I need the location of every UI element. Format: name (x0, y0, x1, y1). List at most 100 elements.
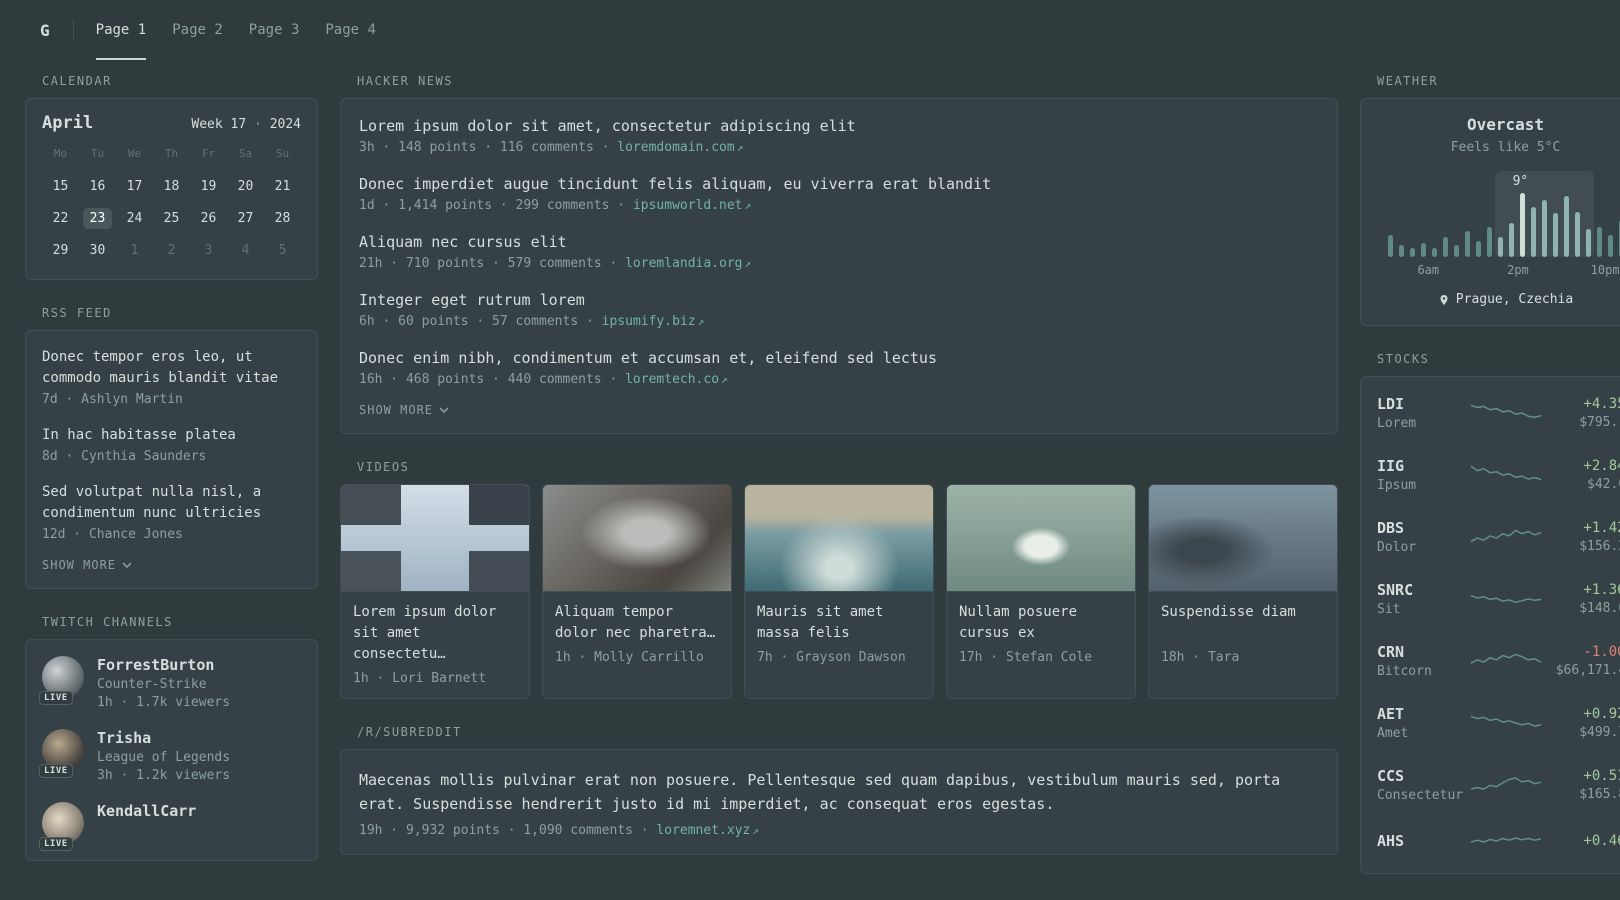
stock-name: Amet (1377, 726, 1409, 741)
stock-name: Bitcorn (1377, 664, 1432, 679)
hackernews-item-stats: 1d · 1,414 points · 299 comments · (359, 198, 626, 213)
calendar-day-cell: 20 (227, 174, 264, 199)
video-meta: 17h · Stefan Cole (959, 650, 1093, 665)
location-pin-icon (1440, 294, 1448, 305)
stock-row[interactable]: CCS Consectetur +0.51% $165.84 (1361, 754, 1620, 816)
hackernews-item-meta: 3h · 148 points · 116 comments · loremdo… (359, 140, 1319, 155)
calendar-day-number: 26 (200, 211, 217, 226)
calendar-day-header: Mo (53, 147, 68, 160)
hackernews-item-title[interactable]: Donec imperdiet augue tincidunt felis al… (359, 175, 1319, 193)
video-card[interactable]: Lorem ipsum dolor sit amet consectetu… 1… (340, 484, 530, 699)
weather-bar (1519, 193, 1525, 257)
rss-show-more-button[interactable]: SHOW MORE (42, 558, 301, 572)
stock-ticker: CRN (1377, 643, 1405, 661)
calendar-day-cell: 23 (79, 206, 116, 231)
hackernews-item-domain-link[interactable]: loremdomain.com ↗ (617, 140, 743, 155)
page-tab[interactable]: Page 1 (95, 0, 147, 60)
rss-item-title[interactable]: Donec tempor eros leo, ut commodo mauris… (42, 347, 301, 389)
twitch-channel-info: Trisha League of Legends 3h · 1.2k viewe… (97, 729, 230, 783)
weather-hour-slot (1494, 171, 1506, 257)
hackernews-item: Lorem ipsum dolor sit amet, consectetur … (359, 117, 1319, 155)
calendar-day-number: 25 (163, 211, 180, 226)
calendar-day-number: 1 (130, 243, 139, 258)
hackernews-item-domain-link[interactable]: loremtech.co ↗ (625, 372, 728, 387)
calendar-day-number: 24 (126, 211, 143, 226)
hackernews-item-title[interactable]: Integer eget rutrum lorem (359, 291, 1319, 309)
left-column: CALENDAR April Week 17 · 2024 Mo Tu We T… (25, 74, 318, 874)
subreddit-item-domain-link[interactable]: loremnet.xyz ↗ (656, 823, 759, 838)
stock-row[interactable]: SNRC Sit +1.36% $148.64 (1361, 568, 1620, 630)
stock-row[interactable]: LDI Lorem +4.35% $795.18 (1361, 382, 1620, 444)
stock-row[interactable]: AET Amet +0.92% $499.72 (1361, 692, 1620, 754)
page-tab[interactable]: Page 3 (249, 0, 300, 60)
videos-section-title: VIDEOS (357, 460, 410, 474)
video-card[interactable]: Mauris sit amet massa felis 7h · Grayson… (744, 484, 934, 699)
video-meta: 1h · Molly Carrillo (555, 650, 704, 665)
external-link-icon: ↗ (752, 824, 759, 837)
calendar-day-number: 2 (167, 243, 176, 258)
subreddit-item-domain: loremnet.xyz (656, 823, 751, 838)
app-logo[interactable]: G (40, 21, 51, 40)
video-card[interactable]: Nullam posuere cursus ex 17h · Stefan Co… (946, 484, 1136, 699)
chevron-down-icon (439, 407, 449, 413)
rss-item: Donec tempor eros leo, ut commodo mauris… (42, 347, 301, 407)
hackernews-show-more-button[interactable]: SHOW MORE (359, 403, 1319, 417)
stock-row[interactable]: IIG Ipsum +2.84% $42.04 (1361, 444, 1620, 506)
weather-axis-label: 6am (1417, 263, 1440, 277)
rss-list: Donec tempor eros leo, ut commodo mauris… (42, 347, 301, 542)
page-tab[interactable]: Page 4 (325, 0, 376, 60)
weather-hour-slot (1538, 171, 1550, 257)
calendar-day-cell: 28 (264, 206, 301, 231)
calendar-day-cell: 17 (116, 174, 153, 199)
top-nav: G Page 1 Page 2 Page 3 Page 4 (0, 0, 1620, 60)
calendar-day-cell: 21 (264, 174, 301, 199)
weather-section-title: WEATHER (1377, 74, 1439, 88)
stocks-section-title: STOCKS (1377, 352, 1430, 366)
rss-item-title[interactable]: In hac habitasse platea (42, 425, 301, 446)
twitch-list: LIVE ForrestBurton Counter-Strike 1h · 1… (39, 656, 301, 851)
stock-values: -1.00% $66,171.48 (1551, 644, 1620, 678)
stocks-widget: STOCKS LDI Lorem +4.35% $795.18 (1360, 352, 1620, 874)
rss-item-title[interactable]: Sed volutpat nulla nisl, a condimentum n… (42, 482, 301, 524)
hackernews-item-domain-link[interactable]: loremlandia.org ↗ (625, 256, 751, 271)
calendar-day-number: 20 (237, 179, 254, 194)
stock-change: +2.84% (1583, 458, 1620, 474)
weather-bar (1541, 200, 1547, 257)
stock-price: $499.72 (1579, 725, 1620, 740)
subreddit-item-stats: 19h · 9,932 points · 1,090 comments · (359, 823, 649, 838)
stock-change: +0.51% (1583, 768, 1620, 784)
subreddit-item-title[interactable]: Maecenas mollis pulvinar erat non posuer… (359, 768, 1319, 816)
stock-row[interactable]: DBS Dolor +1.42% $156.28 (1361, 506, 1620, 568)
hackernews-item-title[interactable]: Donec enim nibh, condimentum et accumsan… (359, 349, 1319, 367)
stock-price: $42.04 (1587, 477, 1620, 492)
twitch-channel-info: KendallCarr (97, 802, 196, 823)
page-tab[interactable]: Page 2 (172, 0, 223, 60)
calendar-day-header: Th (164, 147, 179, 160)
video-card[interactable]: Aliquam tempor dolor nec pharetra… 1h · … (542, 484, 732, 699)
weather-bar (1420, 243, 1426, 257)
hackernews-item-domain-link[interactable]: ipsumify.biz ↗ (602, 314, 705, 329)
subreddit-item-meta: 19h · 9,932 points · 1,090 comments · lo… (359, 823, 1319, 838)
calendar-header: April Week 17 · 2024 (42, 113, 301, 133)
calendar-day-number: 3 (204, 243, 213, 258)
twitch-channel-row[interactable]: LIVE Trisha League of Legends 3h · 1.2k … (39, 729, 301, 783)
hackernews-item-title[interactable]: Aliquam nec cursus elit (359, 233, 1319, 251)
hackernews-item-stats: 21h · 710 points · 579 comments · (359, 256, 618, 271)
rss-show-more-label: SHOW MORE (42, 558, 117, 572)
calendar-day-cell: 18 (153, 174, 190, 199)
video-card[interactable]: Suspendisse diam 18h · Tara (1148, 484, 1338, 699)
stock-row[interactable]: CRN Bitcorn -1.00% $66,171.48 (1361, 630, 1620, 692)
hackernews-item-domain-link[interactable]: ipsumworld.net ↗ (633, 198, 751, 213)
twitch-channel-row[interactable]: LIVE ForrestBurton Counter-Strike 1h · 1… (39, 656, 301, 710)
twitch-channel-row[interactable]: LIVE KendallCarr (39, 802, 301, 851)
weather-bar (1508, 223, 1514, 257)
calendar-day-number: 22 (52, 211, 69, 226)
hackernews-item-title[interactable]: Lorem ipsum dolor sit amet, consectetur … (359, 117, 1319, 135)
weather-bar (1464, 231, 1470, 257)
stock-row[interactable]: AHS +0.46% (1361, 816, 1620, 868)
calendar-day-number: 5 (278, 243, 287, 258)
video-body: Mauris sit amet massa felis 7h · Grayson… (745, 592, 933, 677)
weather-hour-slot (1582, 171, 1594, 257)
calendar-day-cell: 26 (190, 206, 227, 231)
calendar-day-header: Sa (238, 147, 253, 160)
